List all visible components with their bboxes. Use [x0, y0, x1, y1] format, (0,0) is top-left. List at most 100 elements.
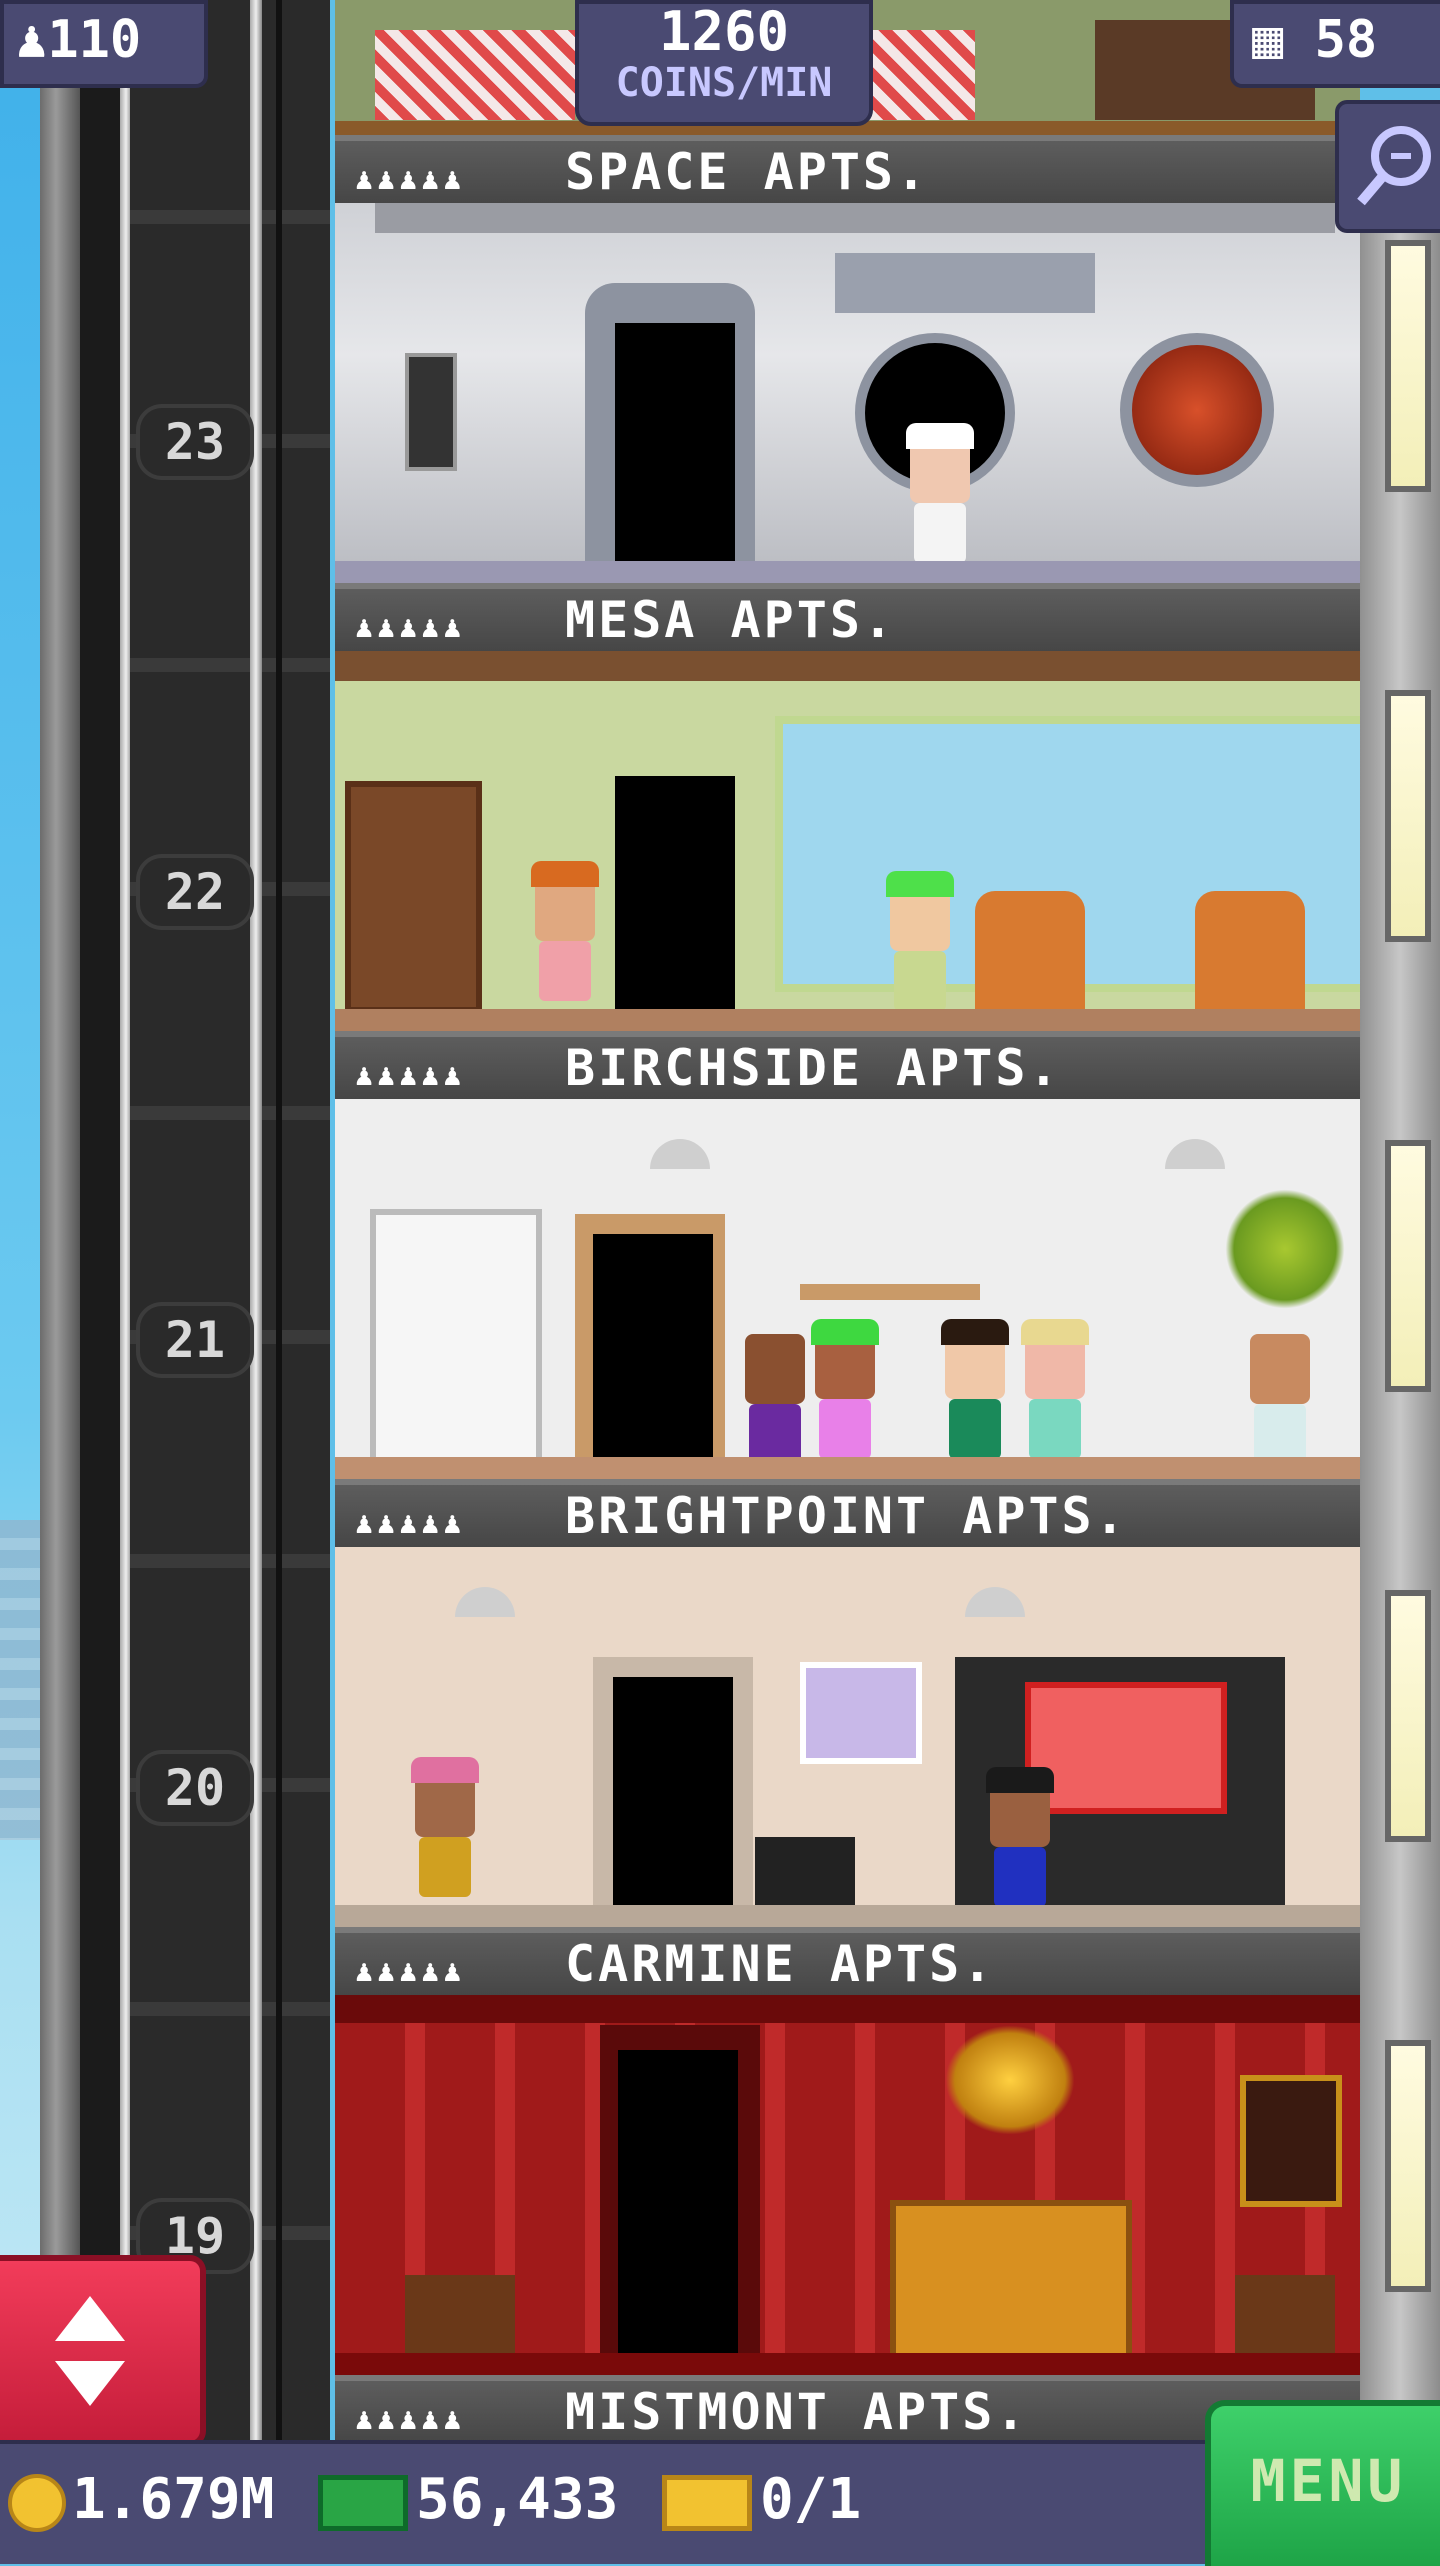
room-bg — [335, 651, 1360, 1031]
bux-total: 56,433 — [416, 2467, 619, 2532]
resident-hat[interactable] — [525, 861, 605, 1011]
resident-astronaut[interactable] — [900, 423, 980, 573]
sky-background — [0, 0, 40, 2560]
potted-palm — [1225, 1189, 1345, 1309]
up-down-arrows-icon — [55, 2296, 125, 2406]
resident-green-hair[interactable] — [805, 1319, 885, 1469]
ceiling-beam — [335, 651, 1360, 681]
floor-number: 21 — [140, 1306, 250, 1374]
wall-shelf — [800, 1284, 980, 1300]
vip-ticket-icon — [662, 2474, 753, 2531]
wall-panel — [405, 353, 457, 471]
floor-strip — [335, 561, 1360, 583]
wall-portrait — [1240, 2075, 1342, 2207]
room-door[interactable] — [613, 1677, 733, 1922]
shaft-inner — [130, 0, 330, 2440]
crown-molding — [335, 1995, 1360, 2023]
resident-body — [914, 503, 966, 563]
wall-painting — [800, 1662, 922, 1764]
resident-head — [1250, 1334, 1310, 1404]
resident-body — [419, 1837, 471, 1897]
floor-count[interactable]: ▦ 58 — [1230, 0, 1440, 88]
coins-per-min-display: 1260 COINS/MIN — [575, 0, 873, 126]
coins-per-min-unit: COINS/MIN — [615, 60, 833, 106]
armchair — [1195, 891, 1305, 1021]
ceiling-lamp — [455, 1587, 515, 1617]
room-bg — [335, 203, 1360, 583]
tablecloth — [855, 30, 975, 120]
resident[interactable] — [935, 1319, 1015, 1469]
room-door[interactable] — [593, 1234, 713, 1479]
armchair — [975, 891, 1085, 1021]
resident-hair — [886, 871, 954, 897]
room-door[interactable] — [618, 2050, 738, 2355]
ceiling-lamp — [1165, 1139, 1225, 1169]
resident-body — [994, 1847, 1046, 1907]
resident-body — [749, 1404, 801, 1464]
coin-icon — [8, 2473, 66, 2532]
room-bg — [335, 1995, 1360, 2375]
room-door[interactable] — [615, 776, 735, 1026]
elevator-shaft[interactable] — [80, 0, 410, 2440]
person-icon: ♟ — [16, 10, 48, 70]
ceiling-lamp — [965, 1587, 1025, 1617]
tablecloth — [375, 30, 575, 120]
control-panel — [835, 253, 1095, 313]
tower-bux-icon — [318, 2474, 409, 2531]
coins-per-min-value: 1260 — [658, 0, 790, 63]
floor-count-value: 58 — [1314, 10, 1378, 70]
resident-body — [819, 1399, 871, 1459]
magnifier-icon — [1357, 126, 1431, 206]
bed — [890, 2200, 1132, 2362]
tower-window — [1385, 690, 1431, 942]
floor-strip — [335, 2353, 1360, 2375]
menu-button[interactable]: MENU — [1205, 2400, 1440, 2566]
building-icon: ▦ — [1252, 10, 1284, 70]
ceiling-lamp — [650, 1139, 710, 1169]
resident-body — [1254, 1404, 1306, 1464]
porthole-mars — [1120, 333, 1274, 487]
resident-body — [949, 1399, 1001, 1459]
resident-body — [539, 941, 591, 1001]
resident-head — [745, 1334, 805, 1404]
tower-window — [1385, 240, 1431, 492]
resident-glasses[interactable] — [980, 1767, 1060, 1917]
nightstand — [1235, 2275, 1335, 2355]
room-carmine-apts[interactable] — [335, 1927, 1360, 2375]
floor-strip — [335, 1009, 1360, 1031]
resident-hair — [906, 423, 974, 449]
room-birchside-apts[interactable] — [335, 1031, 1360, 1479]
chandelier — [945, 2025, 1075, 2135]
room-bg — [335, 1547, 1360, 1927]
nightstand — [405, 2275, 515, 2355]
resident-green-hair[interactable] — [880, 871, 960, 1021]
distant-city — [0, 1520, 40, 1840]
resident-hair — [1021, 1319, 1089, 1345]
resident-hair — [941, 1319, 1009, 1345]
resident-hat — [531, 861, 599, 887]
floor-number: 20 — [140, 1754, 250, 1822]
population-counter[interactable]: ♟110 — [0, 0, 208, 88]
resident[interactable] — [405, 1757, 485, 1907]
elevator-button[interactable] — [0, 2255, 206, 2447]
find-button[interactable] — [1335, 100, 1440, 233]
floor-number: 23 — [140, 408, 250, 476]
resident-blonde[interactable] — [1015, 1319, 1095, 1469]
room-door[interactable] — [615, 323, 735, 563]
resident-hair — [811, 1319, 879, 1345]
floor-strip — [335, 1457, 1360, 1479]
tower-left-wall — [40, 0, 80, 2440]
floor-number: 22 — [140, 858, 250, 926]
floor-strip — [335, 1905, 1360, 1927]
resident[interactable] — [1240, 1334, 1320, 1474]
bookshelf — [345, 781, 482, 1013]
floor-name: MISTMONT APTS. — [565, 2383, 1029, 2441]
coins-total: 1.679M — [72, 2467, 275, 2532]
tower-window — [1385, 1140, 1431, 1392]
tower-window — [1385, 2040, 1431, 2292]
room-brightpoint-apts[interactable] — [335, 1479, 1360, 1927]
resident[interactable] — [735, 1334, 815, 1474]
room-space-apts[interactable] — [335, 135, 1360, 583]
room-mesa-apts[interactable] — [335, 583, 1360, 1031]
vip-count: 0/1 — [760, 2467, 862, 2532]
